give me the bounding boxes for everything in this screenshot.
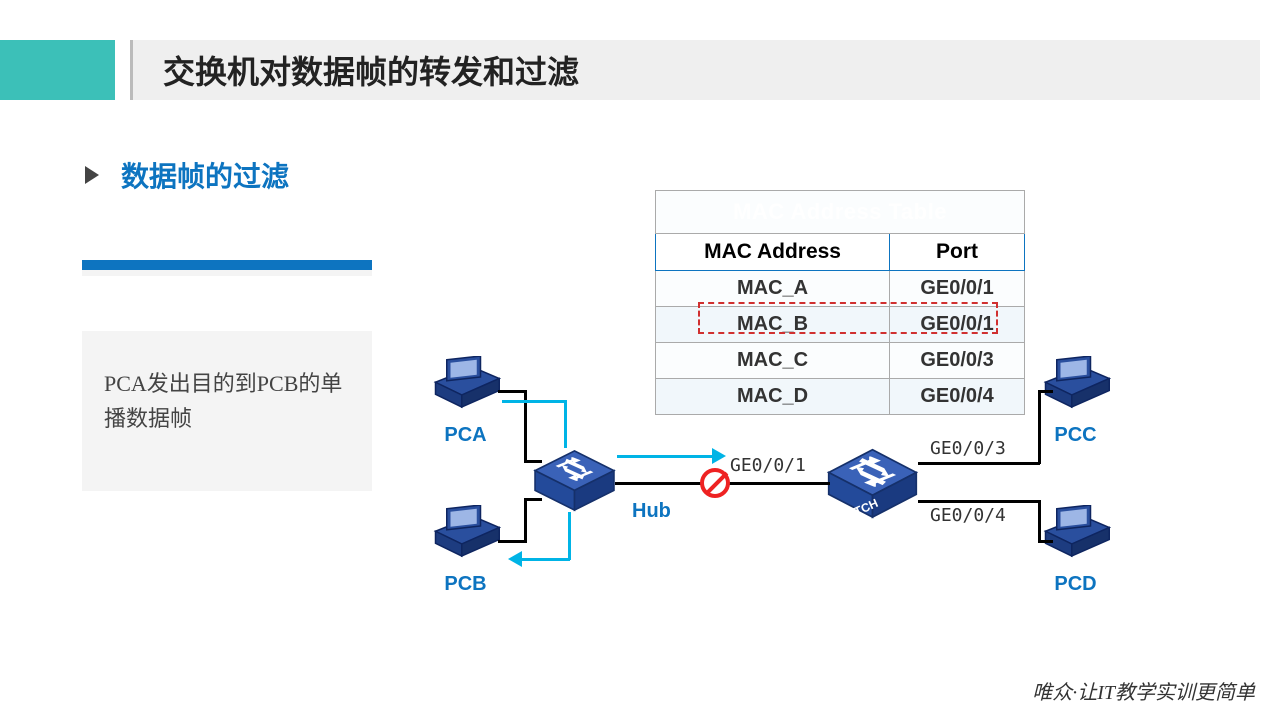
note-accent: [82, 260, 372, 270]
device-pca: PCA: [428, 356, 503, 447]
pc-icon: [428, 356, 503, 416]
note-text: PCA发出目的到PCB的单播数据帧: [82, 331, 372, 491]
table-row: MAC_AGE0/0/1: [656, 271, 1025, 307]
col-port: Port: [890, 234, 1025, 271]
device-pcd: PCD: [1038, 505, 1113, 596]
page-title: 交换机对数据帧的转发和过滤: [163, 47, 579, 93]
link-switch-pcd: [1038, 540, 1053, 543]
col-mac: MAC Address: [656, 234, 890, 271]
arrow-pca-hub: [502, 400, 564, 403]
device-pcb: PCB: [428, 505, 503, 596]
table-row: MAC_CGE0/0/3: [656, 343, 1025, 379]
pca-label: PCA: [428, 424, 503, 447]
section-heading: 数据帧的过滤: [85, 155, 289, 195]
arrow-hub-switch: [617, 455, 712, 458]
pcb-label: PCB: [428, 573, 503, 596]
table-row: MAC_BGE0/0/1: [656, 307, 1025, 343]
footer-slogan: 唯众·让IT教学实训更简单: [1032, 676, 1255, 705]
arrow-hub-pcb: [520, 558, 570, 561]
pc-icon: [1038, 505, 1113, 565]
note-box: PCA发出目的到PCB的单播数据帧: [82, 260, 372, 491]
arrow-head-icon: [712, 448, 726, 464]
cell-port: GE0/0/1: [890, 271, 1025, 307]
cell-mac: MAC_D: [656, 379, 890, 415]
cell-port: GE0/0/3: [890, 343, 1025, 379]
link-switch-pcd: [1038, 500, 1041, 543]
filter-block-icon: [700, 468, 730, 498]
arrow-head-icon: [508, 551, 522, 567]
port-ge0-0-3: GE0/0/3: [930, 438, 1006, 459]
section-title: 数据帧的过滤: [121, 155, 289, 195]
hub-icon: [527, 443, 622, 518]
link-pcb-hub: [524, 498, 527, 543]
bullet-icon: [85, 166, 99, 184]
link-pca-hub: [524, 460, 542, 463]
accent-block: [0, 40, 115, 100]
link-switch-pcc: [1038, 390, 1053, 393]
device-pcc: PCC: [1038, 356, 1113, 447]
cell-mac: MAC_A: [656, 271, 890, 307]
link-switch-pcc: [918, 462, 1040, 465]
pcc-label: PCC: [1038, 424, 1113, 447]
link-switch-pcc: [1038, 390, 1041, 464]
hub-label: Hub: [632, 500, 671, 523]
pcd-label: PCD: [1038, 573, 1113, 596]
port-ge0-0-1: GE0/0/1: [730, 455, 806, 476]
pc-icon: [428, 505, 503, 565]
table-row: MAC_DGE0/0/4: [656, 379, 1025, 415]
cell-mac: MAC_C: [656, 343, 890, 379]
port-ge0-0-4: GE0/0/4: [930, 505, 1006, 526]
cell-mac: MAC_B: [656, 307, 890, 343]
pc-icon: [1038, 356, 1113, 416]
link-pca-hub: [498, 390, 526, 393]
cell-port: GE0/0/1: [890, 307, 1025, 343]
arrow-pca-hub: [564, 400, 567, 448]
link-pcb-hub: [498, 540, 526, 543]
link-switch-pcd: [918, 500, 1040, 503]
title-bar: 交换机对数据帧的转发和过滤: [130, 40, 1260, 100]
mac-address-table: MAC Address Table MAC Address Port MAC_A…: [655, 190, 1025, 415]
table-title: MAC Address Table: [656, 191, 1025, 234]
arrow-hub-pcb: [568, 512, 571, 560]
note-gap: [82, 276, 372, 331]
cell-port: GE0/0/4: [890, 379, 1025, 415]
link-pcb-hub: [524, 498, 542, 501]
